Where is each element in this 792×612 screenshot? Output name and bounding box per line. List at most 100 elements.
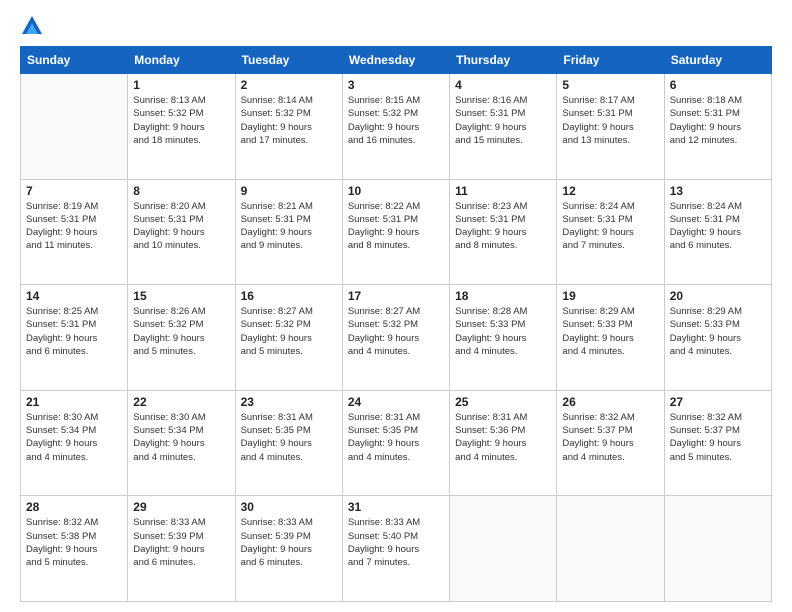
calendar-cell: 4 Sunrise: 8:16 AMSunset: 5:31 PMDaylight… (450, 74, 557, 180)
day-info: Sunrise: 8:31 AMSunset: 5:35 PMDaylight:… (241, 411, 337, 464)
day-info: Sunrise: 8:33 AMSunset: 5:40 PMDaylight:… (348, 516, 444, 569)
day-info: Sunrise: 8:28 AMSunset: 5:33 PMDaylight:… (455, 305, 551, 358)
weekday-header: Tuesday (235, 47, 342, 74)
calendar-cell (450, 496, 557, 602)
day-info: Sunrise: 8:31 AMSunset: 5:35 PMDaylight:… (348, 411, 444, 464)
day-number: 29 (133, 500, 229, 514)
calendar-cell: 10 Sunrise: 8:22 AMSunset: 5:31 PMDayligh… (342, 179, 449, 285)
calendar-cell: 16Sunrise: 8:27 AMSunset: 5:32 PMDayligh… (235, 285, 342, 391)
weekday-header: Saturday (664, 47, 771, 74)
weekday-header: Wednesday (342, 47, 449, 74)
calendar-cell: 30 Sunrise: 8:33 AMSunset: 5:39 PMDayligh… (235, 496, 342, 602)
day-info: Sunrise: 8:13 AMSunset: 5:32 PMDaylight:… (133, 94, 229, 147)
calendar-table: SundayMondayTuesdayWednesdayThursdayFrid… (20, 46, 772, 602)
day-info: Sunrise: 8:32 AMSunset: 5:37 PMDaylight:… (670, 411, 766, 464)
day-number: 12 (562, 184, 658, 198)
calendar-cell: 21 Sunrise: 8:30 AMSunset: 5:34 PMDayligh… (21, 390, 128, 496)
calendar-cell: 12 Sunrise: 8:24 AMSunset: 5:31 PMDayligh… (557, 179, 664, 285)
day-info: Sunrise: 8:18 AMSunset: 5:31 PMDaylight:… (670, 94, 766, 147)
day-number: 10 (348, 184, 444, 198)
calendar-cell: 9 Sunrise: 8:21 AMSunset: 5:31 PMDaylight… (235, 179, 342, 285)
day-number: 22 (133, 395, 229, 409)
day-number: 4 (455, 78, 551, 92)
day-info: Sunrise: 8:21 AMSunset: 5:31 PMDaylight:… (241, 200, 337, 253)
day-info: Sunrise: 8:23 AMSunset: 5:31 PMDaylight:… (455, 200, 551, 253)
day-number: 7 (26, 184, 122, 198)
day-info: Sunrise: 8:16 AMSunset: 5:31 PMDaylight:… (455, 94, 551, 147)
calendar-cell: 8 Sunrise: 8:20 AMSunset: 5:31 PMDaylight… (128, 179, 235, 285)
calendar-cell: 5Sunrise: 8:17 AMSunset: 5:31 PMDaylight… (557, 74, 664, 180)
calendar-header-row: SundayMondayTuesdayWednesdayThursdayFrid… (21, 47, 772, 74)
day-info: Sunrise: 8:22 AMSunset: 5:31 PMDaylight:… (348, 200, 444, 253)
calendar-cell: 11 Sunrise: 8:23 AMSunset: 5:31 PMDayligh… (450, 179, 557, 285)
day-number: 9 (241, 184, 337, 198)
calendar-cell: 14 Sunrise: 8:25 AMSunset: 5:31 PMDayligh… (21, 285, 128, 391)
calendar-cell: 31 Sunrise: 8:33 AMSunset: 5:40 PMDayligh… (342, 496, 449, 602)
day-number: 21 (26, 395, 122, 409)
day-number: 8 (133, 184, 229, 198)
calendar-cell: 26Sunrise: 8:32 AMSunset: 5:37 PMDayligh… (557, 390, 664, 496)
calendar-week-row: 28Sunrise: 8:32 AMSunset: 5:38 PMDayligh… (21, 496, 772, 602)
day-number: 19 (562, 289, 658, 303)
day-number: 13 (670, 184, 766, 198)
calendar-cell: 22 Sunrise: 8:30 AMSunset: 5:34 PMDayligh… (128, 390, 235, 496)
day-number: 14 (26, 289, 122, 303)
calendar-week-row: 1 Sunrise: 8:13 AMSunset: 5:32 PMDaylight… (21, 74, 772, 180)
day-info: Sunrise: 8:27 AMSunset: 5:32 PMDaylight:… (241, 305, 337, 358)
weekday-header: Thursday (450, 47, 557, 74)
day-number: 31 (348, 500, 444, 514)
day-info: Sunrise: 8:30 AMSunset: 5:34 PMDaylight:… (26, 411, 122, 464)
calendar-cell: 7Sunrise: 8:19 AMSunset: 5:31 PMDaylight… (21, 179, 128, 285)
calendar-cell: 25Sunrise: 8:31 AMSunset: 5:36 PMDayligh… (450, 390, 557, 496)
calendar-cell: 20Sunrise: 8:29 AMSunset: 5:33 PMDayligh… (664, 285, 771, 391)
calendar-week-row: 7Sunrise: 8:19 AMSunset: 5:31 PMDaylight… (21, 179, 772, 285)
calendar-week-row: 21 Sunrise: 8:30 AMSunset: 5:34 PMDayligh… (21, 390, 772, 496)
calendar-cell (664, 496, 771, 602)
day-info: Sunrise: 8:27 AMSunset: 5:32 PMDaylight:… (348, 305, 444, 358)
day-number: 27 (670, 395, 766, 409)
weekday-header: Sunday (21, 47, 128, 74)
day-info: Sunrise: 8:20 AMSunset: 5:31 PMDaylight:… (133, 200, 229, 253)
day-info: Sunrise: 8:30 AMSunset: 5:34 PMDaylight:… (133, 411, 229, 464)
header (20, 18, 772, 36)
day-info: Sunrise: 8:25 AMSunset: 5:31 PMDaylight:… (26, 305, 122, 358)
calendar-cell: 1 Sunrise: 8:13 AMSunset: 5:32 PMDaylight… (128, 74, 235, 180)
day-info: Sunrise: 8:15 AMSunset: 5:32 PMDaylight:… (348, 94, 444, 147)
logo (20, 18, 42, 36)
day-info: Sunrise: 8:26 AMSunset: 5:32 PMDaylight:… (133, 305, 229, 358)
calendar-cell: 15 Sunrise: 8:26 AMSunset: 5:32 PMDayligh… (128, 285, 235, 391)
day-number: 25 (455, 395, 551, 409)
day-number: 2 (241, 78, 337, 92)
day-info: Sunrise: 8:33 AMSunset: 5:39 PMDaylight:… (241, 516, 337, 569)
calendar-cell (21, 74, 128, 180)
day-info: Sunrise: 8:32 AMSunset: 5:37 PMDaylight:… (562, 411, 658, 464)
day-number: 11 (455, 184, 551, 198)
calendar-cell: 3 Sunrise: 8:15 AMSunset: 5:32 PMDaylight… (342, 74, 449, 180)
calendar-cell: 17 Sunrise: 8:27 AMSunset: 5:32 PMDayligh… (342, 285, 449, 391)
weekday-header: Monday (128, 47, 235, 74)
calendar-cell (557, 496, 664, 602)
day-number: 15 (133, 289, 229, 303)
calendar-cell: 19 Sunrise: 8:29 AMSunset: 5:33 PMDayligh… (557, 285, 664, 391)
calendar-cell: 2 Sunrise: 8:14 AMSunset: 5:32 PMDaylight… (235, 74, 342, 180)
calendar-cell: 6 Sunrise: 8:18 AMSunset: 5:31 PMDaylight… (664, 74, 771, 180)
calendar-cell: 29Sunrise: 8:33 AMSunset: 5:39 PMDayligh… (128, 496, 235, 602)
day-info: Sunrise: 8:29 AMSunset: 5:33 PMDaylight:… (670, 305, 766, 358)
day-info: Sunrise: 8:17 AMSunset: 5:31 PMDaylight:… (562, 94, 658, 147)
day-info: Sunrise: 8:14 AMSunset: 5:32 PMDaylight:… (241, 94, 337, 147)
calendar-week-row: 14 Sunrise: 8:25 AMSunset: 5:31 PMDayligh… (21, 285, 772, 391)
day-number: 1 (133, 78, 229, 92)
day-number: 23 (241, 395, 337, 409)
day-number: 30 (241, 500, 337, 514)
logo-icon (22, 16, 42, 34)
calendar-cell: 23 Sunrise: 8:31 AMSunset: 5:35 PMDayligh… (235, 390, 342, 496)
weekday-header: Friday (557, 47, 664, 74)
day-number: 3 (348, 78, 444, 92)
calendar-cell: 18 Sunrise: 8:28 AMSunset: 5:33 PMDayligh… (450, 285, 557, 391)
day-number: 18 (455, 289, 551, 303)
day-number: 17 (348, 289, 444, 303)
day-number: 6 (670, 78, 766, 92)
calendar-cell: 13Sunrise: 8:24 AMSunset: 5:31 PMDayligh… (664, 179, 771, 285)
day-info: Sunrise: 8:24 AMSunset: 5:31 PMDaylight:… (562, 200, 658, 253)
day-info: Sunrise: 8:29 AMSunset: 5:33 PMDaylight:… (562, 305, 658, 358)
